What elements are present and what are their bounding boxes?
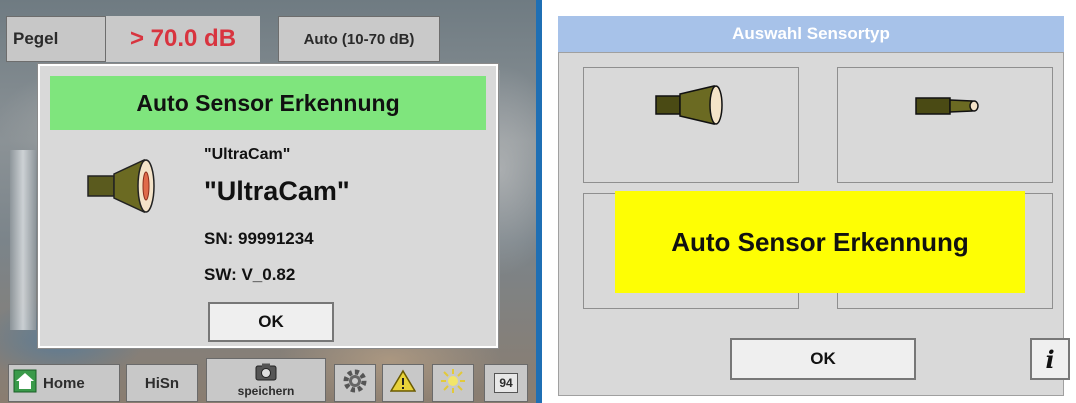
pegel-button[interactable]: Pegel xyxy=(6,16,106,62)
hisn-button[interactable]: HiSn xyxy=(126,364,198,402)
sensor-detect-screen: Pegel > 70.0 dB Auto (10-70 dB) Auto Sen… xyxy=(0,0,536,403)
settings-button[interactable] xyxy=(334,364,376,402)
probe-sensor-icon xyxy=(914,92,984,125)
brightness-button[interactable] xyxy=(432,364,474,402)
screen-title: Auswahl Sensortyp xyxy=(558,16,1064,52)
pegel-value-display: > 70.0 dB xyxy=(106,16,260,62)
dialog-title: Auto Sensor Erkennung xyxy=(50,76,486,130)
alarm-button[interactable] xyxy=(382,364,424,402)
home-icon xyxy=(13,369,37,397)
auto-range-label: Auto (10-70 dB) xyxy=(303,30,415,48)
home-button[interactable]: Home xyxy=(8,364,120,402)
ultracam-sensor-icon xyxy=(86,156,166,216)
dialog-ok-button[interactable]: OK xyxy=(208,302,334,342)
info-button[interactable]: i xyxy=(1030,338,1070,380)
bottom-toolbar: Home HiSn speichern 94 xyxy=(0,356,536,403)
auto-range-button[interactable]: Auto (10-70 dB) xyxy=(278,16,440,62)
sensor-tile-probe[interactable] xyxy=(837,67,1053,183)
sensor-type-selection-screen: Auswahl Sensortyp Auto Sensor Erkennung … xyxy=(542,0,1076,403)
save-label: speichern xyxy=(237,383,295,398)
page-number-button[interactable]: 94 xyxy=(484,364,528,402)
pegel-value: > 70.0 dB xyxy=(129,25,237,52)
auto-sensor-dialog: Auto Sensor Erkennung "UltraCam" "UltraC… xyxy=(38,64,498,348)
ultracam-sensor-icon xyxy=(654,82,728,133)
pegel-label: Pegel xyxy=(13,29,59,48)
brightness-icon xyxy=(439,367,467,399)
serial-number: SN: 99991234 xyxy=(204,229,314,248)
background-pipe xyxy=(10,150,36,330)
ok-button[interactable]: OK xyxy=(730,338,916,380)
software-version: SW: V_0.82 xyxy=(204,265,296,284)
camera-icon xyxy=(255,363,277,384)
gear-icon xyxy=(342,368,368,398)
save-button[interactable]: speichern xyxy=(206,358,326,402)
sensor-name-small: "UltraCam" xyxy=(204,146,291,163)
auto-detect-banner: Auto Sensor Erkennung xyxy=(615,191,1025,293)
sensor-tile-ultracam[interactable] xyxy=(583,67,799,183)
warning-icon xyxy=(389,369,417,397)
hisn-label: HiSn xyxy=(144,374,180,392)
sensor-name-large: "UltraCam" xyxy=(204,176,350,206)
page-number-badge: 94 xyxy=(494,373,518,393)
home-label: Home xyxy=(43,374,85,392)
